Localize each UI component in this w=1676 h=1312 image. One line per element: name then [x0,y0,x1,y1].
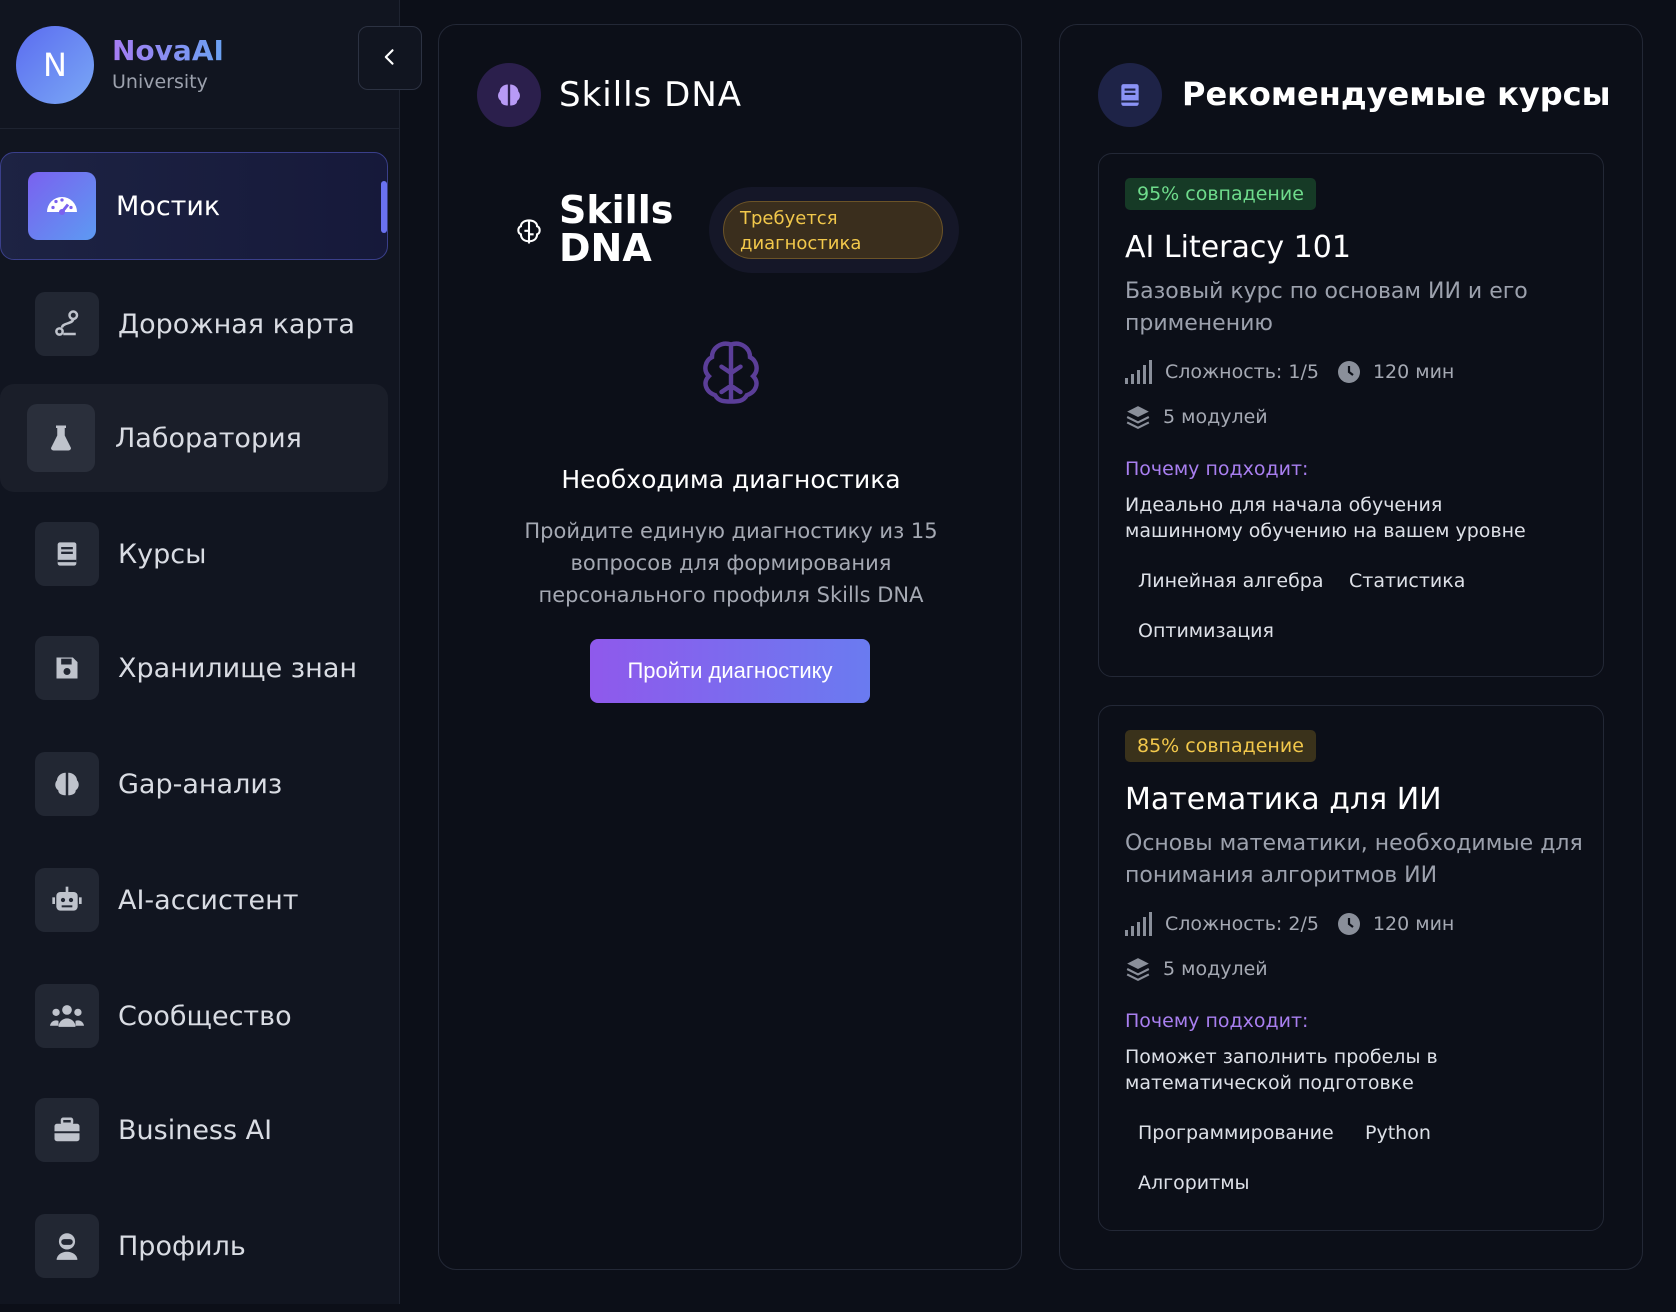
duration-text: 120 мин [1372,361,1455,383]
sidebar-item-profile[interactable]: Профиль [0,1192,388,1300]
clock-icon [1337,360,1361,384]
sidebar-item-label: Лаборатория [115,422,302,454]
diagnostic-description: Пройдите единую диагностику из 15 вопрос… [524,519,938,607]
panel-title: Рекомендуемые курсы [1182,75,1611,113]
diagnostic-required-badge: Требуется диагностика [723,201,943,259]
course-title[interactable]: Математика для ИИ [1125,782,1442,817]
skill-tag: Статистика [1349,570,1466,592]
clock-icon [1337,912,1361,936]
sidebar-item-label: AI-ассистент [118,884,299,916]
sidebar-item-label: Business AI [118,1114,273,1146]
chevron-left-icon [380,47,400,70]
match-badge: 85% совпадение [1125,730,1316,762]
sidebar-item-roadmap[interactable]: Дорожная карта [0,270,388,378]
why-text: Поможет заполнить пробелы в математическ… [1125,1046,1438,1094]
course-description: Основы математики, необходимые для поним… [1125,831,1583,888]
route-icon [35,292,99,356]
course-meta: Сложность: 1/5 120 мин [1125,360,1454,384]
why-label: Почему подходит: [1125,458,1309,480]
brain-icon [35,752,99,816]
users-icon [35,984,99,1048]
save-icon [35,636,99,700]
sidebar-item-community[interactable]: Сообщество [0,962,388,1070]
brand-initial: N [43,46,67,84]
sidebar-item-ai-assistant[interactable]: AI-ассистент [0,846,388,954]
match-badge: 95% совпадение [1125,178,1316,210]
sidebar-item-courses[interactable]: Курсы [0,500,388,608]
diagnostic-heading: Необходима диагностика [561,465,901,494]
brand-avatar: N [16,26,94,104]
sidebar-item-label: Дорожная карта [118,308,355,340]
skill-tag: Линейная алгебра [1138,570,1324,592]
why-label: Почему подходит: [1125,1010,1309,1032]
sidebar-item-label: Сообщество [118,1000,292,1032]
difficulty-text: Сложность: 1/5 [1165,361,1319,383]
sidebar: N NovaAI University Мостик Дорожная карт… [0,0,400,1304]
course-card[interactable]: 85% совпадение Математика для ИИ Основы … [1098,705,1604,1231]
skills-dna-label: Skills DNA [559,188,674,270]
skill-tag: Оптимизация [1138,620,1274,642]
sidebar-item-label: Курсы [118,538,207,570]
book-icon [1098,63,1162,127]
flask-icon [27,404,95,472]
layers-icon [1125,956,1151,982]
sidebar-divider [0,128,400,129]
sidebar-item-label: Gap-анализ [118,768,283,800]
brain-icon [477,63,541,127]
sidebar-item-knowledge[interactable]: Хранилище знаний [0,614,388,722]
sidebar-item-gap[interactable]: Gap-анализ [0,730,388,838]
sidebar-item-lab[interactable]: Лаборатория [0,384,388,492]
briefcase-icon [35,1098,99,1162]
signal-bars-icon [1125,360,1153,384]
panel-title: Skills DNA [559,75,743,115]
robot-icon [35,868,99,932]
why-text: Идеально для начала обучения машинному о… [1125,494,1526,542]
duration-text: 120 мин [1372,913,1455,935]
skills-dna-panel: Skills DNA Skills DNA Требуется диагност… [438,24,1022,1270]
start-diagnostic-button[interactable]: Пройти диагностику [590,639,870,703]
brand-name: NovaAI [112,34,224,67]
course-meta: 5 модулей [1125,956,1268,982]
modules-text: 5 модулей [1163,406,1268,428]
skill-tag: Python [1365,1122,1431,1144]
brain-outline-icon [693,335,769,415]
badge-container: Требуется диагностика [709,187,959,273]
sidebar-item-business-ai[interactable]: Business AI [0,1076,388,1184]
gauge-icon [28,172,96,240]
sidebar-item-label: Профиль [118,1230,246,1262]
user-astronaut-icon [35,1214,99,1278]
course-description: Базовый курс по основам ИИ и его примене… [1125,279,1528,336]
brain-outline-icon [515,217,543,251]
course-meta: 5 модулей [1125,404,1268,430]
active-indicator [381,181,387,233]
course-meta: Сложность: 2/5 120 мин [1125,912,1454,936]
sidebar-item-label: Хранилище знаний [118,652,358,684]
collapse-sidebar-button[interactable] [358,26,422,90]
layers-icon [1125,404,1151,430]
brand-subtitle: University [112,71,208,93]
course-title[interactable]: AI Literacy 101 [1125,230,1351,265]
difficulty-text: Сложность: 2/5 [1165,913,1319,935]
modules-text: 5 модулей [1163,958,1268,980]
signal-bars-icon [1125,912,1153,936]
skill-tag: Программирование [1138,1122,1334,1144]
sidebar-item-label: Мостик [116,190,221,222]
book-icon [35,522,99,586]
recommended-courses-panel: Рекомендуемые курсы 95% совпадение AI Li… [1059,24,1643,1270]
sidebar-item-bridge[interactable]: Мостик [0,152,388,260]
skill-tag: Алгоритмы [1138,1172,1250,1194]
course-card[interactable]: 95% совпадение AI Literacy 101 Базовый к… [1098,153,1604,677]
